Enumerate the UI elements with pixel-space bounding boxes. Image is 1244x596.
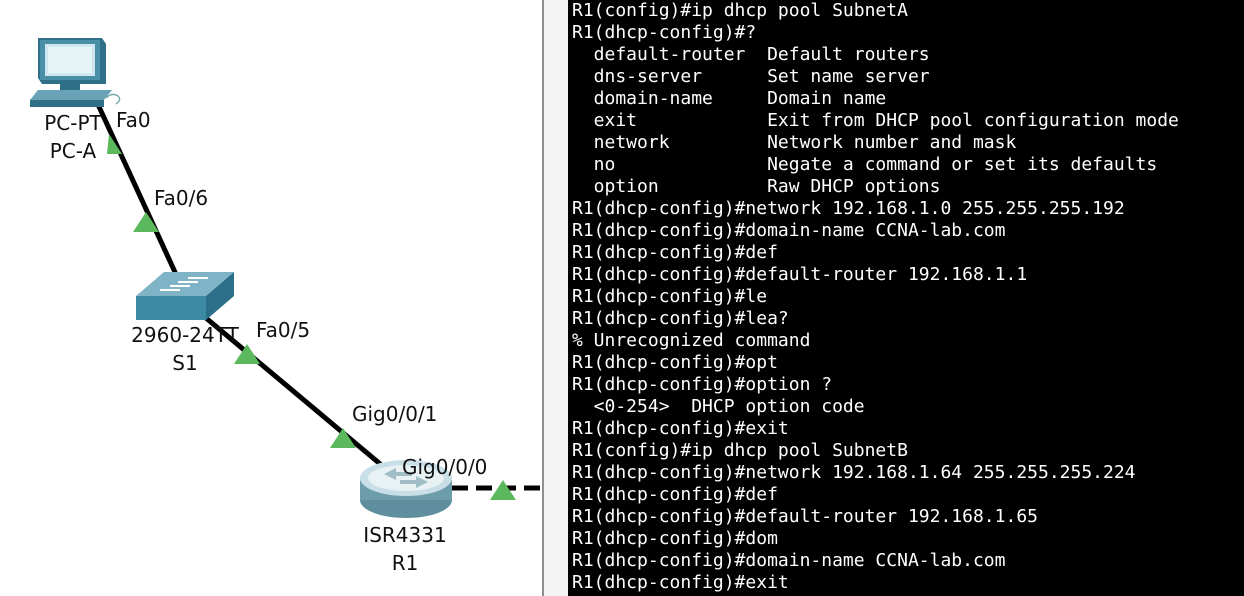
terminal-line: R1(dhcp-config)#? — [572, 22, 757, 43]
terminal-line: R1(dhcp-config)#def — [572, 484, 778, 505]
terminal-line: <0-254> DHCP option code — [572, 396, 865, 417]
terminal-line: R1(dhcp-config)#dom — [572, 528, 778, 549]
terminal-line: R1(dhcp-config)#domain-name CCNA-lab.com — [572, 220, 1006, 241]
terminal-line: R1(dhcp-config)#option ? — [572, 374, 833, 395]
terminal-line: R1(dhcp-config)#opt — [572, 352, 778, 373]
topology-drawing — [30, 38, 540, 518]
terminal-line: default-router Default routers — [572, 44, 930, 65]
terminal-line: R1(dhcp-config)#lea? — [572, 308, 789, 329]
topology-canvas[interactable]: PC-PT PC-A 2960-24TT S1 ISR4331 R1 Fa0 F… — [0, 0, 542, 596]
port-label-r1-gig0-0-1: Gig0/0/1 — [352, 402, 438, 426]
port-label-pc-fa0: Fa0 — [116, 108, 151, 132]
pc-model-label: PC-PT — [44, 111, 102, 135]
pc-icon[interactable] — [30, 38, 121, 107]
terminal-line: R1(config)#ip dhcp pool SubnetA — [572, 0, 908, 21]
port-label-s1-fa0-5: Fa0/5 — [256, 318, 311, 342]
terminal-line: R1(config)#ip dhcp pool SubnetB — [572, 440, 908, 461]
terminal-line: R1(dhcp-config)#domain-name CCNA-lab.com — [572, 550, 1006, 571]
terminal-line: R1(dhcp-config)#def — [572, 242, 778, 263]
cli-terminal[interactable]: R1(config)#ip dhcp pool SubnetA R1(dhcp-c… — [568, 0, 1244, 596]
terminal-line: R1(dhcp-config)#default-router 192.168.1… — [572, 506, 1038, 527]
link-status-s1-fa0-6 — [133, 212, 159, 232]
router-model-label: ISR4331 — [363, 523, 447, 547]
terminal-line: dns-server Set name server — [572, 66, 930, 87]
terminal-line: R1(dhcp-config)#le — [572, 286, 768, 307]
terminal-line: R1(dhcp-config)#network 192.168.1.0 255.… — [572, 198, 1125, 219]
pane-divider-line — [542, 0, 544, 596]
switch-icon[interactable] — [136, 272, 234, 320]
terminal-line: domain-name Domain name — [572, 88, 887, 109]
switch-name-label: S1 — [172, 351, 198, 375]
switch-model-label: 2960-24TT — [131, 323, 239, 347]
terminal-line: % Unrecognized command — [572, 330, 811, 351]
terminal-line: network Network number and mask — [572, 132, 1017, 153]
terminal-line: no Negate a command or set its defaults — [572, 154, 1158, 175]
terminal-line: R1(dhcp-config)#exit — [572, 572, 789, 593]
terminal-line: R1(dhcp-config)#default-router 192.168.1… — [572, 264, 1028, 285]
terminal-line: exit Exit from DHCP pool configuration m… — [572, 110, 1179, 131]
terminal-line: R1(dhcp-config)#network 192.168.1.64 255… — [572, 462, 1136, 483]
port-label-r1-gig0-0-0: Gig0/0/0 — [402, 455, 488, 479]
pc-name-label: PC-A — [49, 139, 97, 163]
terminal-line: R1(dhcp-config)#exit — [572, 418, 789, 439]
terminal-line: option Raw DHCP options — [572, 176, 941, 197]
port-label-s1-fa0-6: Fa0/6 — [154, 186, 209, 210]
pane-divider[interactable] — [542, 0, 568, 596]
terminal-output: R1(config)#ip dhcp pool SubnetA R1(dhcp-c… — [568, 0, 1244, 594]
router-name-label: R1 — [391, 551, 419, 575]
